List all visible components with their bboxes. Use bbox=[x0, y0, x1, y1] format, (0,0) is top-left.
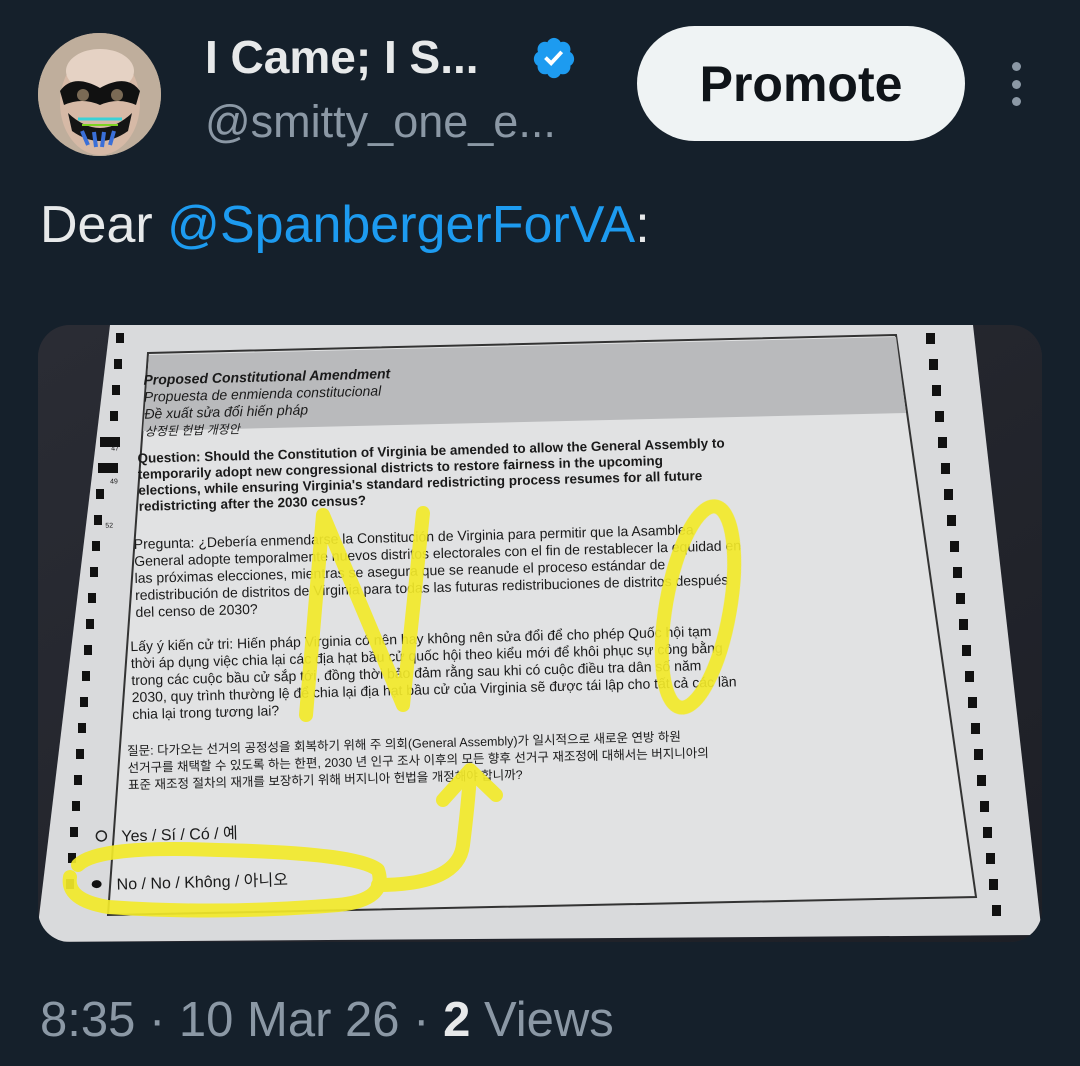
meta-separator: · bbox=[399, 993, 444, 1047]
line-number: 47 bbox=[111, 445, 119, 452]
tweet-text-prefix: Dear bbox=[40, 196, 168, 254]
views-count[interactable]: 2 bbox=[443, 993, 470, 1047]
meta-separator: · bbox=[135, 993, 179, 1047]
question-es-line: del censo de 2030? bbox=[135, 601, 258, 620]
promote-button[interactable]: Promote bbox=[637, 26, 965, 141]
mention-link[interactable]: @SpanbergerForVA bbox=[167, 196, 635, 254]
avatar[interactable] bbox=[38, 33, 161, 156]
views-label[interactable]: Views bbox=[470, 993, 614, 1047]
tweet-date[interactable]: 10 Mar 26 bbox=[179, 993, 400, 1047]
line-number: 49 bbox=[110, 478, 118, 485]
tweet-photo[interactable]: Proposed Constitutional Amendment Propue… bbox=[38, 325, 1042, 942]
avatar-image bbox=[38, 33, 161, 156]
tweet-text: Dear @SpanbergerForVA: bbox=[40, 195, 650, 255]
tweet-meta: 8:35 · 10 Mar 26 · 2 Views bbox=[40, 992, 614, 1048]
tweet-time[interactable]: 8:35 bbox=[40, 993, 135, 1047]
verified-badge-icon bbox=[533, 37, 575, 79]
tweet-text-suffix: : bbox=[635, 196, 650, 254]
more-vertical-icon[interactable] bbox=[1000, 62, 1032, 106]
ballot-header-ko: 상정된 헌법 개정안 bbox=[145, 422, 242, 439]
author-display-name[interactable]: I Came; I S... bbox=[205, 30, 479, 84]
line-number: 52 bbox=[105, 523, 113, 530]
author-handle[interactable]: @smitty_one_e... bbox=[205, 96, 556, 148]
ballot-photo: Proposed Constitutional Amendment Propue… bbox=[38, 325, 1042, 942]
